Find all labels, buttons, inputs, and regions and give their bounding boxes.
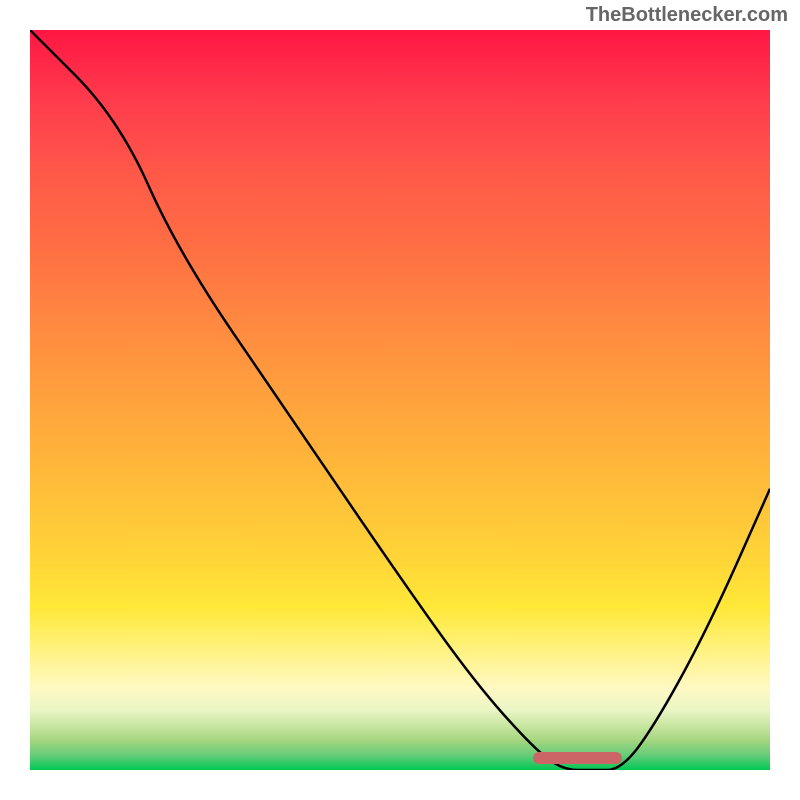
- plot-area: [30, 30, 770, 770]
- bottleneck-curve-path: [30, 30, 770, 770]
- optimal-range-marker: [533, 752, 622, 764]
- curve-svg: [30, 30, 770, 770]
- chart-container: TheBottlenecker.com: [0, 0, 800, 800]
- watermark-text: TheBottlenecker.com: [586, 4, 788, 27]
